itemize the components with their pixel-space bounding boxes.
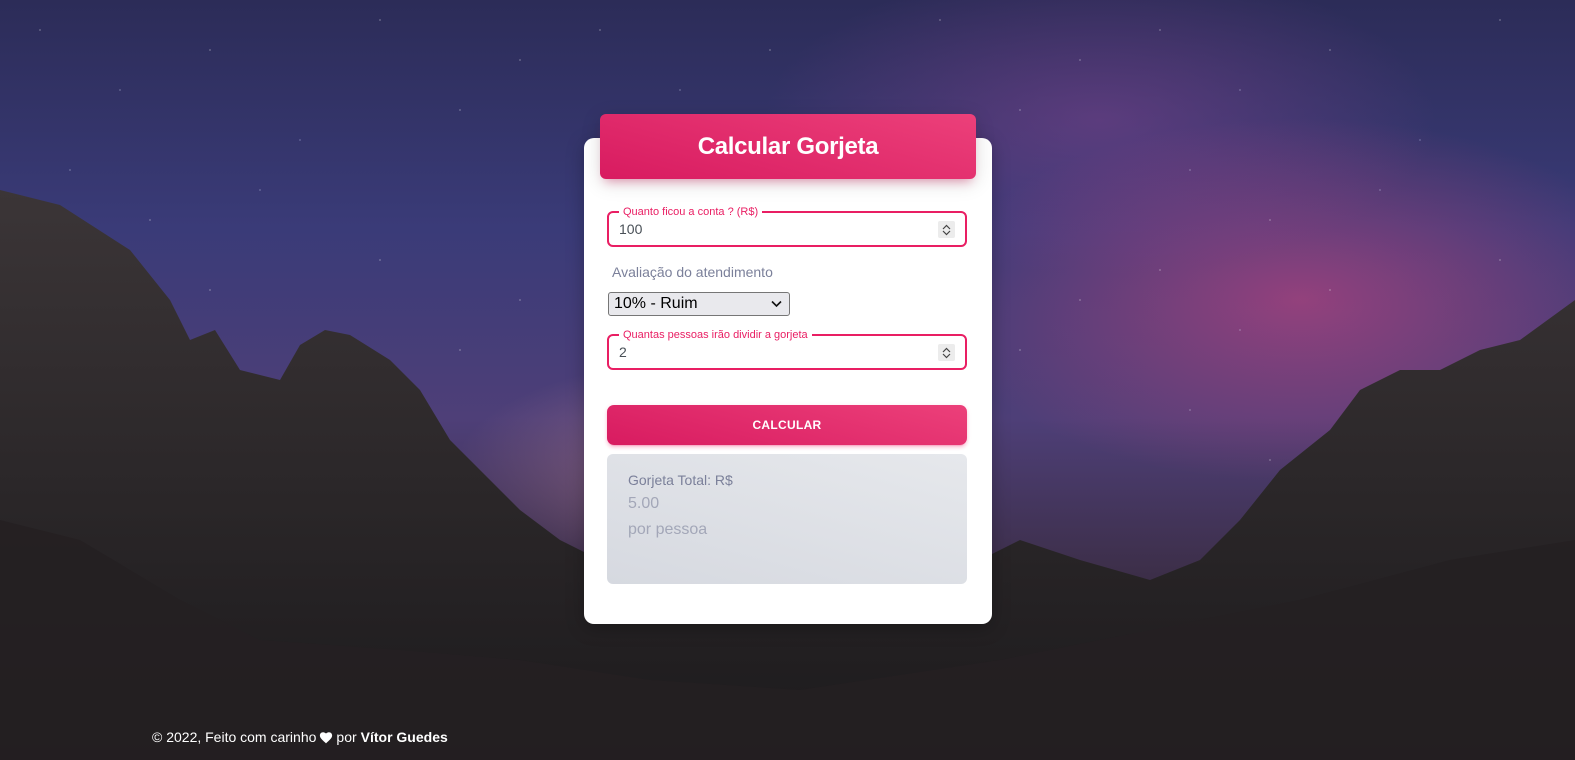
card-title: Calcular Gorjeta: [697, 132, 879, 160]
footer-por: por: [336, 729, 357, 745]
bill-amount-field[interactable]: Quanto ficou a conta ? (R$): [607, 205, 967, 247]
people-count-label: Quantas pessoas irão dividir a gorjeta: [619, 328, 812, 342]
card-header: Calcular Gorjeta: [600, 114, 976, 179]
footer: © 2022, Feito com carinho por Vítor Gued…: [152, 729, 448, 745]
bill-amount-stepper[interactable]: [938, 221, 955, 238]
service-rating-select[interactable]: 10% - Ruim: [608, 292, 790, 316]
stepper-down-icon[interactable]: [942, 353, 951, 359]
stepper-down-icon[interactable]: [942, 230, 951, 236]
bill-amount-label: Quanto ficou a conta ? (R$): [619, 205, 763, 219]
people-count-field[interactable]: Quantas pessoas irão dividir a gorjeta: [607, 328, 967, 370]
result-value: 5.00: [628, 495, 660, 512]
footer-author-link[interactable]: Vítor Guedes: [361, 729, 448, 745]
service-rating-selected: 10% - Ruim: [614, 295, 698, 312]
result-panel: Gorjeta Total: R$ 5.00 por pessoa: [607, 454, 967, 584]
bill-amount-input[interactable]: [619, 221, 919, 237]
footer-copyright: © 2022, Feito com carinho: [152, 729, 317, 745]
service-rating-label: Avaliação do atendimento: [612, 264, 773, 280]
calculate-button[interactable]: CALCULAR: [607, 405, 967, 445]
result-unit: por pessoa: [628, 521, 708, 538]
people-count-input[interactable]: [619, 344, 919, 360]
heart-icon: [320, 731, 333, 743]
chevron-down-icon: [771, 300, 782, 308]
people-count-stepper[interactable]: [938, 344, 955, 361]
result-label: Gorjeta Total: R$: [628, 472, 733, 488]
